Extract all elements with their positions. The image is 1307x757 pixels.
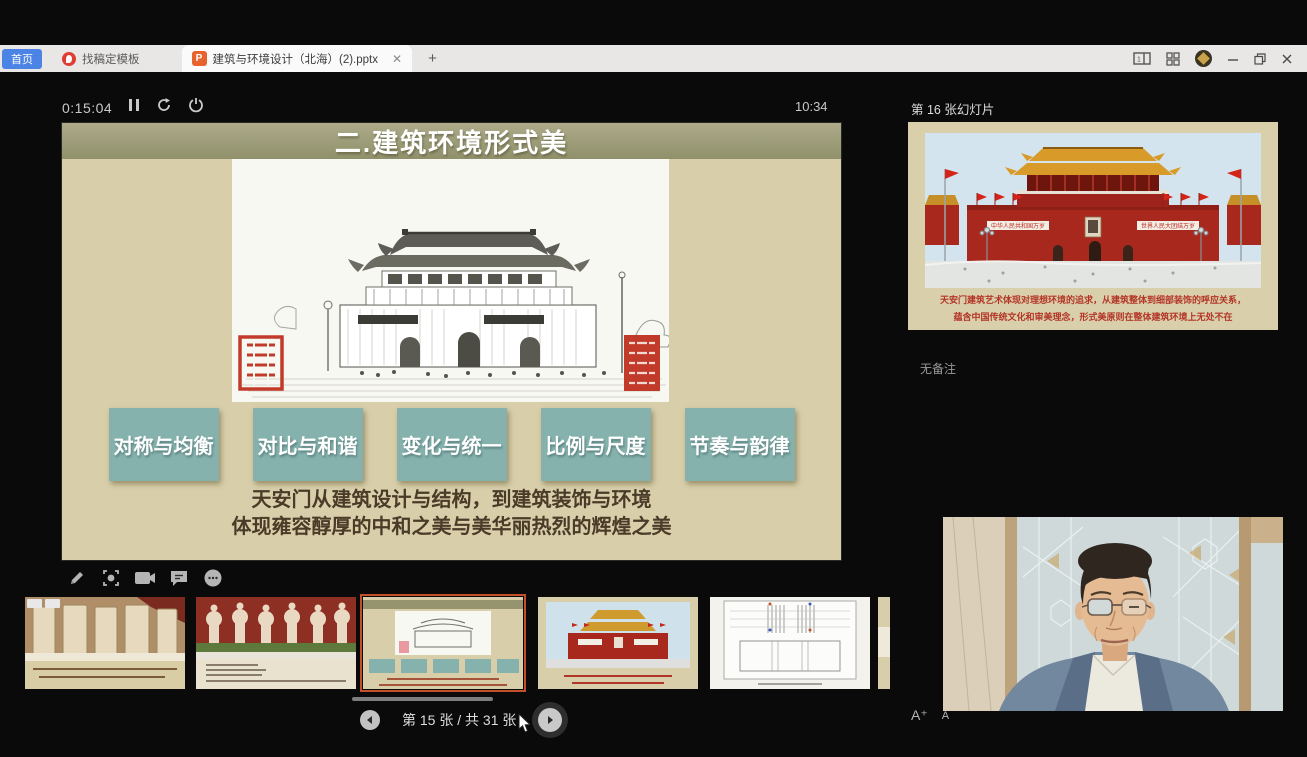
keyword-contrast-harmony: 对比与和谐 <box>253 408 363 481</box>
tab-home[interactable]: 首页 <box>2 49 42 69</box>
notes-placeholder: 无备注 <box>920 360 956 377</box>
filmstrip-scrollbar[interactable] <box>352 697 493 701</box>
slide-caption-line1: 天安门从建筑设计与结构，到建筑装饰与环境 <box>62 487 841 514</box>
slide-canvas[interactable]: 二.建筑环境形式美 <box>62 123 841 560</box>
mouse-cursor <box>518 714 534 739</box>
slide-thumbnail-6-partial[interactable] <box>878 597 890 689</box>
slogan-left-text: 中华人民共和国万岁 <box>991 222 1045 230</box>
tab-gaoding-templates[interactable]: 找稿定模板 <box>62 51 140 67</box>
slogan-right-text: 世界人民大团结万岁 <box>1141 222 1195 230</box>
presenter-webcam-video <box>943 517 1283 711</box>
next-slide-preview: 中华人民共和国万岁 世界人民大团结万岁 天安 <box>908 122 1278 330</box>
tiananmen-photo: 中华人民共和国万岁 世界人民大团结万岁 <box>925 133 1261 288</box>
font-increase-button[interactable]: A⁺ <box>911 707 928 724</box>
pause-timer-icon[interactable] <box>128 98 140 117</box>
slide-thumbnail-1[interactable] <box>25 597 185 689</box>
tab-close-icon[interactable]: ✕ <box>392 52 402 66</box>
seal-right <box>624 335 660 391</box>
user-avatar[interactable] <box>1195 50 1212 67</box>
slide-thumbnail-5[interactable] <box>710 597 870 689</box>
keyword-proportion-scale: 比例与尺度 <box>541 408 651 481</box>
window-controls: 1 <box>1133 50 1307 67</box>
elapsed-timer: 0:15:04 <box>62 100 112 116</box>
presenter-toolbar: 0:15:04 <box>62 97 204 118</box>
minimize-button[interactable] <box>1227 53 1239 65</box>
tab-document-label: 建筑与环境设计（北海）(2).pptx <box>213 51 379 67</box>
next-slide-header: 第 16 张幻灯片 <box>911 99 994 118</box>
new-tab-button[interactable]: + <box>428 50 437 67</box>
restore-button[interactable] <box>1254 53 1266 65</box>
more-options-icon[interactable] <box>202 567 224 589</box>
wall-clock: 10:34 <box>795 99 828 114</box>
preview-caption-line1: 天安门建筑艺术体现对理想环境的追求，从建筑整体到细部装饰的呼应关系， <box>908 293 1278 306</box>
slide-thumbnail-2[interactable] <box>196 597 356 689</box>
slide-thumbnail-4[interactable] <box>538 597 698 689</box>
camera-icon[interactable] <box>134 567 156 589</box>
tab-gaoding-label: 找稿定模板 <box>82 51 140 67</box>
annotation-toolbar <box>66 567 224 589</box>
tab-presentation-document[interactable]: P 建筑与环境设计（北海）(2).pptx ✕ <box>182 45 413 72</box>
preview-caption-line2: 蕴含中国传统文化和审美理念，形式美原则在整体建筑环境上无处不在 <box>908 310 1278 323</box>
svg-text:1: 1 <box>1137 57 1141 64</box>
slide-title: 二.建筑环境形式美 <box>62 123 841 159</box>
slide-thumbnail-3-current[interactable] <box>363 597 523 689</box>
keyword-row: 对称与均衡 对比与和谐 变化与统一 比例与尺度 节奏与韵律 <box>62 408 841 481</box>
comment-icon[interactable] <box>168 567 190 589</box>
gaoding-icon <box>62 52 76 66</box>
screen: { "browser": { "home_tab": "首页", "gaodin… <box>0 0 1307 757</box>
font-decrease-button[interactable]: A <box>942 710 949 722</box>
pen-icon[interactable] <box>66 567 88 589</box>
previous-slide-button[interactable] <box>360 710 380 730</box>
notes-font-controls: A⁺ A <box>911 707 949 724</box>
browser-tab-bar: 首页 找稿定模板 P 建筑与环境设计（北海）(2).pptx ✕ + 1 <box>0 45 1307 72</box>
keyword-symmetry-balance: 对称与均衡 <box>109 408 219 481</box>
slide-caption: 天安门从建筑设计与结构，到建筑装饰与环境 体现雍容醇厚的中和之美与美华丽热烈的辉… <box>62 487 841 541</box>
next-slide-button[interactable] <box>538 708 562 732</box>
close-button[interactable] <box>1281 53 1293 65</box>
reset-timer-icon[interactable] <box>156 97 172 118</box>
keyword-rhythm-cadence: 节奏与韵律 <box>685 408 795 481</box>
laser-pointer-icon[interactable] <box>100 567 122 589</box>
grid-apps-icon[interactable] <box>1166 52 1180 66</box>
keyword-variation-unity: 变化与统一 <box>397 408 507 481</box>
ppt-file-icon: P <box>192 51 207 66</box>
split-view-icon[interactable]: 1 <box>1133 52 1151 65</box>
tiananmen-etching-image <box>232 159 669 402</box>
power-end-show-icon[interactable] <box>188 97 204 118</box>
slide-caption-line2: 体现雍容醇厚的中和之美与美华丽热烈的辉煌之美 <box>62 514 841 541</box>
slide-position-label: 第 15 张 / 共 31 张 <box>402 710 516 730</box>
